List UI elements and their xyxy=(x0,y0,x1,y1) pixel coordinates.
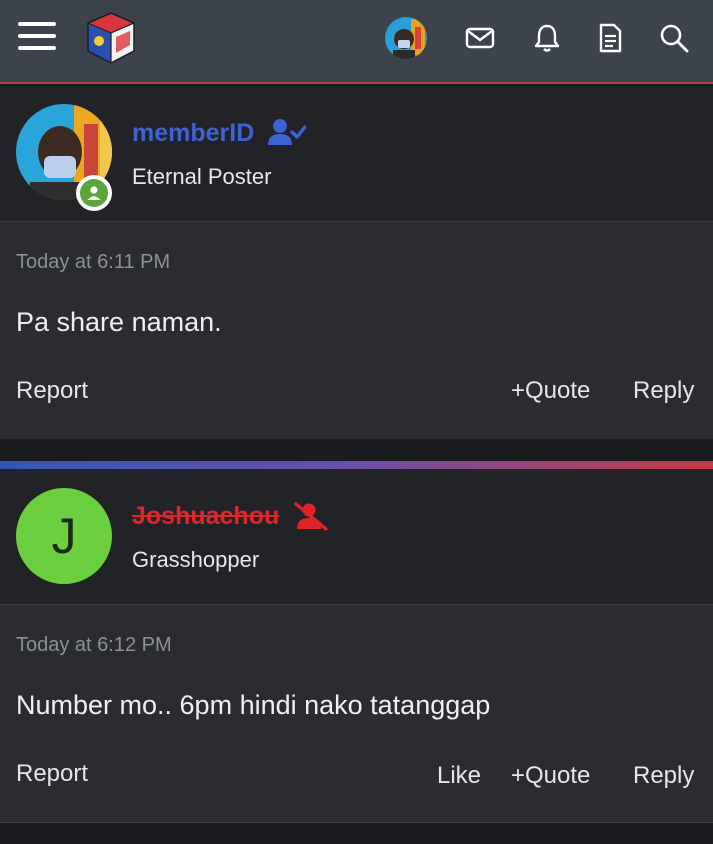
avatar-letter: J xyxy=(51,508,77,564)
document-icon[interactable] xyxy=(594,22,626,54)
online-status-badge xyxy=(76,175,112,211)
post-separator xyxy=(0,461,713,469)
user-title: Eternal Poster xyxy=(132,164,272,189)
username[interactable]: memberID xyxy=(132,119,254,148)
bell-icon[interactable] xyxy=(531,22,563,54)
post-user-header: memberID Eternal Poster xyxy=(0,86,713,222)
site-logo[interactable] xyxy=(82,9,140,67)
banned-user-icon xyxy=(294,502,328,531)
plus-icon: + xyxy=(511,377,526,404)
report-button[interactable]: Report xyxy=(16,760,88,788)
quote-label: Quote xyxy=(525,762,591,789)
envelope-icon[interactable] xyxy=(464,22,496,54)
post-timestamp[interactable]: Today at 6:11 PM xyxy=(16,251,170,274)
username[interactable]: Joshuachou xyxy=(132,502,279,531)
post-message: Pa share naman. xyxy=(16,307,222,337)
reply-button[interactable]: Reply xyxy=(633,377,694,405)
next-post-edge xyxy=(0,822,713,844)
post-message: Number mo.. 6pm hindi nako tatanggap xyxy=(16,690,491,720)
post: J Joshuachou Grasshopper Today at 6:12 P… xyxy=(0,469,713,822)
hamburger-menu-icon[interactable] xyxy=(18,22,56,54)
user-title: Grasshopper xyxy=(132,547,260,572)
quote-button[interactable]: +Quote xyxy=(511,762,590,790)
plus-icon: + xyxy=(511,762,526,789)
report-button[interactable]: Report xyxy=(16,377,88,405)
top-navigation-bar xyxy=(0,0,713,84)
like-button[interactable]: Like xyxy=(437,762,481,790)
account-avatar[interactable] xyxy=(385,17,427,59)
quote-label: Quote xyxy=(525,377,591,404)
search-icon[interactable] xyxy=(658,22,690,54)
quote-button[interactable]: +Quote xyxy=(511,377,590,405)
reply-button[interactable]: Reply xyxy=(633,762,694,790)
user-icon xyxy=(87,186,101,200)
user-avatar[interactable]: J xyxy=(16,488,112,584)
post-user-header: J Joshuachou Grasshopper xyxy=(0,469,713,605)
post-timestamp[interactable]: Today at 6:12 PM xyxy=(16,634,172,657)
post: memberID Eternal Poster Today at 6:11 PM… xyxy=(0,86,713,439)
verified-user-icon xyxy=(268,119,306,145)
